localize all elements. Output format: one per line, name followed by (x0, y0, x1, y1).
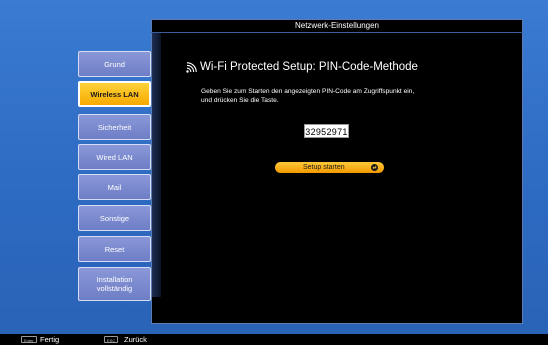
sidebar-item-label: Sonstige (99, 213, 130, 223)
wifi-icon (186, 61, 197, 73)
setup-start-button[interactable]: Setup starten (275, 162, 384, 173)
sidebar-item-mail[interactable]: Mail (78, 174, 151, 200)
sidebar-item-label: Wired LAN (96, 152, 133, 162)
instruction-line-2: und drücken Sie die Taste. (201, 96, 279, 104)
sidebar-item-label: Wireless LAN (90, 89, 139, 99)
sidebar-item-label: Mail (107, 182, 122, 192)
pin-code-display: 32952971 (304, 124, 349, 138)
window-title: Netzwerk-Einstellungen (151, 19, 523, 33)
page-title-text: Wi-Fi Protected Setup: PIN-Code-Methode (200, 61, 418, 73)
enter-key-label: Fertig (40, 335, 60, 344)
sidebar-item-sonstige[interactable]: Sonstige (78, 205, 151, 231)
key-help-bar: Enter Fertig ESC Zurück (0, 334, 548, 345)
enter-icon (371, 164, 378, 171)
sidebar-item-sicherheit[interactable]: Sicherheit (78, 114, 151, 140)
sidebar-item-label: Sicherheit (97, 122, 132, 132)
sidebar-item-label: Grund (104, 59, 125, 69)
instruction-line-1: Geben Sie zum Starten den angezeigten PI… (201, 88, 415, 95)
sidebar-item-wireless-lan[interactable]: Wireless LAN (78, 81, 151, 107)
sidebar-shadow (152, 33, 161, 297)
sidebar-item-wired-lan[interactable]: Wired LAN (78, 144, 151, 170)
setup-start-label: Setup starten (303, 164, 345, 171)
sidebar-item-installation-complete[interactable]: Installation vollständig (78, 267, 151, 301)
sidebar-item-label: Reset (104, 244, 125, 254)
page-title: Wi-Fi Protected Setup: PIN-Code-Methode (186, 61, 418, 73)
sidebar-item-label: Installation vollständig (96, 275, 133, 293)
instruction-text: Geben Sie zum Starten den angezeigten PI… (201, 88, 501, 105)
sidebar-item-grund[interactable]: Grund (78, 51, 151, 77)
sidebar-item-reset[interactable]: Reset (78, 236, 151, 262)
esc-key-label: Zurück (124, 335, 147, 344)
esc-key-icon: ESC (104, 336, 119, 343)
enter-key-icon: Enter (21, 336, 37, 343)
